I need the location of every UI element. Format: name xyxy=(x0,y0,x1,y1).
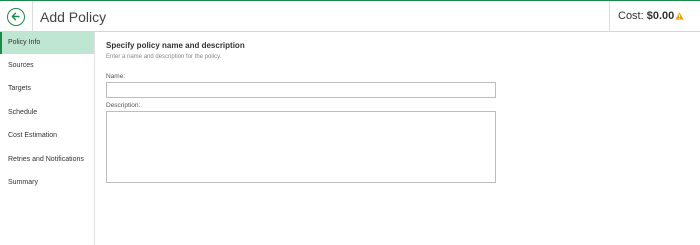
cost-label: Cost: xyxy=(618,10,644,22)
arrow-left-circle-icon xyxy=(11,12,20,21)
header-divider xyxy=(32,1,33,32)
sidebar-item-sources[interactable]: Sources xyxy=(0,55,94,77)
sidebar-item-targets[interactable]: Targets xyxy=(0,78,94,100)
name-label: Name: xyxy=(106,73,126,80)
warning-triangle-icon[interactable] xyxy=(675,12,684,20)
page-title: Add Policy xyxy=(40,9,107,25)
wizard-steps-sidebar: Policy Info Sources Targets Schedule Cos… xyxy=(0,32,95,245)
name-input[interactable] xyxy=(106,82,496,98)
section-description: Enter a name and description for the pol… xyxy=(106,54,222,60)
header-bar: Add Policy Cost: $0.00 xyxy=(0,0,700,32)
sidebar-item-cost-estimation[interactable]: Cost Estimation xyxy=(0,125,94,147)
cost-display: Cost: $0.00 xyxy=(618,10,674,22)
cost-amount: $0.00 xyxy=(646,10,675,22)
description-label: Description: xyxy=(106,102,141,109)
description-textarea[interactable] xyxy=(106,111,496,183)
sidebar-item-retries-and-notifications[interactable]: Retries and Notifications xyxy=(0,149,94,171)
cost-divider xyxy=(609,1,610,32)
sidebar-item-policy-info[interactable]: Policy Info xyxy=(0,32,94,54)
section-title: Specify policy name and description xyxy=(106,41,245,50)
back-button[interactable] xyxy=(7,8,25,26)
sidebar-item-schedule[interactable]: Schedule xyxy=(0,102,94,124)
sidebar-item-summary[interactable]: Summary xyxy=(0,172,94,194)
